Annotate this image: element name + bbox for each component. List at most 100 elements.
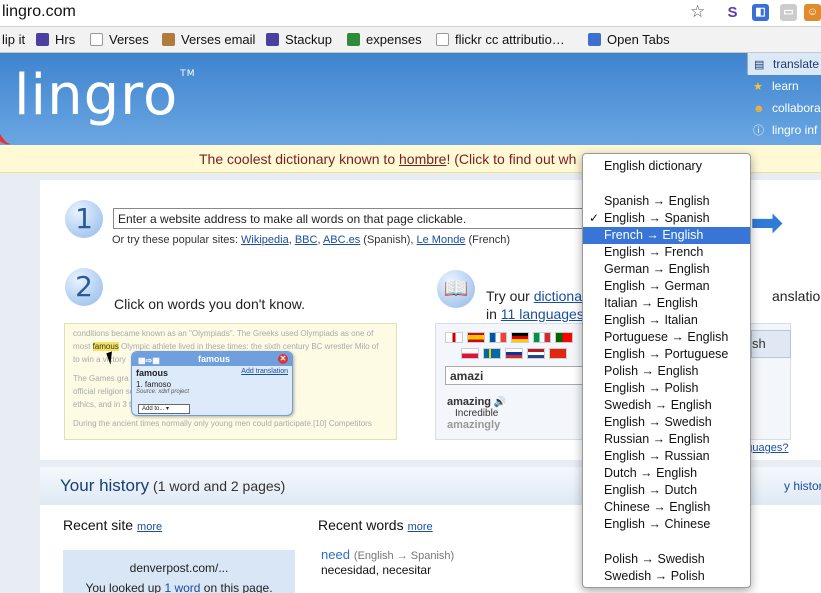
url-text[interactable]: lingro.com: [2, 3, 76, 21]
dropdown-option-label: Polish → English: [604, 364, 699, 378]
dropdown-option[interactable]: Chinese → English: [583, 499, 750, 516]
dropdown-option[interactable]: French → English: [583, 227, 750, 244]
bubble-translation: 1. famoso: [136, 380, 172, 389]
dropdown-option[interactable]: English → Polish: [583, 380, 750, 397]
uk-flag-icon[interactable]: [445, 332, 463, 343]
china-flag-icon[interactable]: [549, 348, 567, 359]
site-link-wikipedia[interactable]: Wikipedia: [241, 234, 289, 246]
site-link-lemonde[interactable]: Le Monde: [417, 234, 466, 246]
site-logo[interactable]: lingro TM: [14, 63, 195, 128]
dropdown-option[interactable]: Italian → English: [583, 295, 750, 312]
close-icon[interactable]: ✕: [278, 354, 288, 364]
bookmark-item[interactable]: Hrs: [36, 32, 75, 47]
extension-pocket-icon[interactable]: ◧: [752, 4, 769, 21]
dropdown-option[interactable]: Polish → English: [583, 363, 750, 380]
bookmark-star-icon[interactable]: ☆: [690, 2, 705, 22]
netherlands-flag-icon[interactable]: [527, 348, 545, 359]
nav-item-translate[interactable]: ▤ translate: [747, 53, 821, 75]
page-icon: [90, 33, 103, 46]
language-pair-dropdown[interactable]: English dictionary Spanish → English ✓ Engl…: [582, 153, 751, 588]
recent-site-card[interactable]: denverpost.com/... You looked up 1 word …: [63, 550, 295, 593]
bookmark-item[interactable]: lip it: [2, 32, 25, 47]
add-translation-link[interactable]: Add translation: [241, 368, 288, 375]
recent-words-heading: Recent words more: [318, 517, 433, 533]
dropdown-option[interactable]: English → Portuguese: [583, 346, 750, 363]
dictionary-link[interactable]: dictiona: [534, 288, 582, 304]
search-button[interactable]: sh: [751, 330, 791, 358]
dropdown-option[interactable]: ✓ English → Spanish: [583, 210, 750, 227]
bookmark-item[interactable]: Verses email: [162, 32, 255, 47]
site-link-abc[interactable]: ABC.es: [323, 234, 360, 246]
flag-row: [461, 347, 571, 359]
spain-flag-icon[interactable]: [467, 332, 485, 343]
italy-flag-icon[interactable]: [533, 332, 551, 343]
dropdown-option[interactable]: English → Swedish: [583, 414, 750, 431]
dropdown-option-label: Dutch → English: [604, 466, 698, 480]
nav-item-collaborate[interactable]: ☻ collabora: [747, 97, 821, 119]
dropdown-option[interactable]: Spanish → English: [583, 193, 750, 210]
history-link[interactable]: y history.: [784, 479, 821, 493]
bubble-word: famous Add translation: [136, 368, 288, 378]
dropdown-option[interactable]: English → Dutch: [583, 482, 750, 499]
dropdown-option[interactable]: Portuguese → English: [583, 329, 750, 346]
portugal-flag-icon[interactable]: [555, 332, 573, 343]
dropdown-option[interactable]: English → Chinese: [583, 516, 750, 533]
bookmark-item[interactable]: flickr cc attributio…: [436, 32, 565, 47]
speaker-icon[interactable]: 🔊: [494, 397, 506, 408]
france-flag-icon[interactable]: [489, 332, 507, 343]
address-bar[interactable]: lingro.com ☆ S ◧ ▭ ☺: [0, 0, 821, 27]
nav-item-info[interactable]: ⓘ lingro inf: [747, 119, 821, 141]
step-2-label: Click on words you don't know.: [114, 296, 305, 312]
dropdown-option[interactable]: English → Russian: [583, 448, 750, 465]
germany-flag-icon[interactable]: [511, 332, 529, 343]
dropdown-option[interactable]: Dutch → English: [583, 465, 750, 482]
step-3-label: Try our dictiona: [486, 288, 582, 304]
dropdown-option[interactable]: English → Italian: [583, 312, 750, 329]
flag-row: [445, 331, 577, 343]
bookmark-item[interactable]: Verses: [90, 32, 149, 47]
sweden-flag-icon[interactable]: [483, 348, 501, 359]
dropdown-option[interactable]: Polish → Swedish: [583, 551, 750, 568]
dictionary-search-input[interactable]: amazi: [445, 366, 585, 385]
dropdown-option[interactable]: English → German: [583, 278, 750, 295]
add-to-select[interactable]: Add to... ▾: [138, 404, 190, 414]
book-icon: ▤: [754, 59, 765, 71]
dropdown-option-label: English dictionary: [604, 159, 702, 173]
russia-flag-icon[interactable]: [505, 348, 523, 359]
extension-s-icon[interactable]: S: [724, 4, 741, 21]
page-icon: [436, 33, 449, 46]
top-nav: ▤ translate ★ learn ☻ collabora ⓘ lingro inf: [747, 53, 821, 141]
website-url-input[interactable]: Enter a website address to make all word…: [113, 208, 588, 229]
calendar-icon: [266, 33, 279, 46]
result-word[interactable]: amazingly: [447, 419, 500, 431]
recent-site-more-link[interactable]: more: [137, 521, 162, 533]
dropdown-option[interactable]: Russian → English: [583, 431, 750, 448]
dropdown-option-label: English → Spanish: [604, 211, 710, 225]
nav-item-learn[interactable]: ★ learn: [747, 75, 821, 97]
result-word[interactable]: amazing: [447, 396, 491, 408]
bookmark-item[interactable]: Open Tabs: [588, 32, 670, 47]
bookmark-item[interactable]: expenses: [347, 32, 422, 47]
site-link-bbc[interactable]: BBC: [295, 234, 318, 246]
recent-word[interactable]: need: [321, 547, 350, 562]
extension-face-icon[interactable]: ☺: [804, 4, 821, 21]
dropdown-option[interactable]: Swedish → Polish: [583, 568, 750, 585]
site-header: lingro TM ▤ translate ★ learn ☻ collabora ⓘ l…: [0, 53, 821, 149]
document-icon: [588, 33, 601, 46]
words-link[interactable]: 1 word: [164, 581, 200, 593]
bookmark-item[interactable]: Stackup: [266, 32, 332, 47]
extension-chat-icon[interactable]: ▭: [780, 4, 797, 21]
languages-link[interactable]: 11 languages: [501, 306, 584, 322]
step-1-badge: 1: [65, 200, 103, 238]
notice-link[interactable]: hombre: [399, 151, 446, 167]
dropdown-option[interactable]: English → French: [583, 244, 750, 261]
dropdown-option[interactable]: Swedish → English: [583, 397, 750, 414]
dropdown-option[interactable]: English dictionary: [583, 158, 750, 175]
poland-flag-icon[interactable]: [461, 348, 479, 359]
bubble-header: ▦⇨▦ famous ✕: [132, 352, 292, 366]
go-arrow-icon[interactable]: ➡: [750, 200, 784, 246]
info-icon: ⓘ: [753, 125, 764, 137]
star-icon: ★: [753, 81, 763, 93]
dropdown-option[interactable]: German → English: [583, 261, 750, 278]
recent-words-more-link[interactable]: more: [408, 521, 433, 533]
